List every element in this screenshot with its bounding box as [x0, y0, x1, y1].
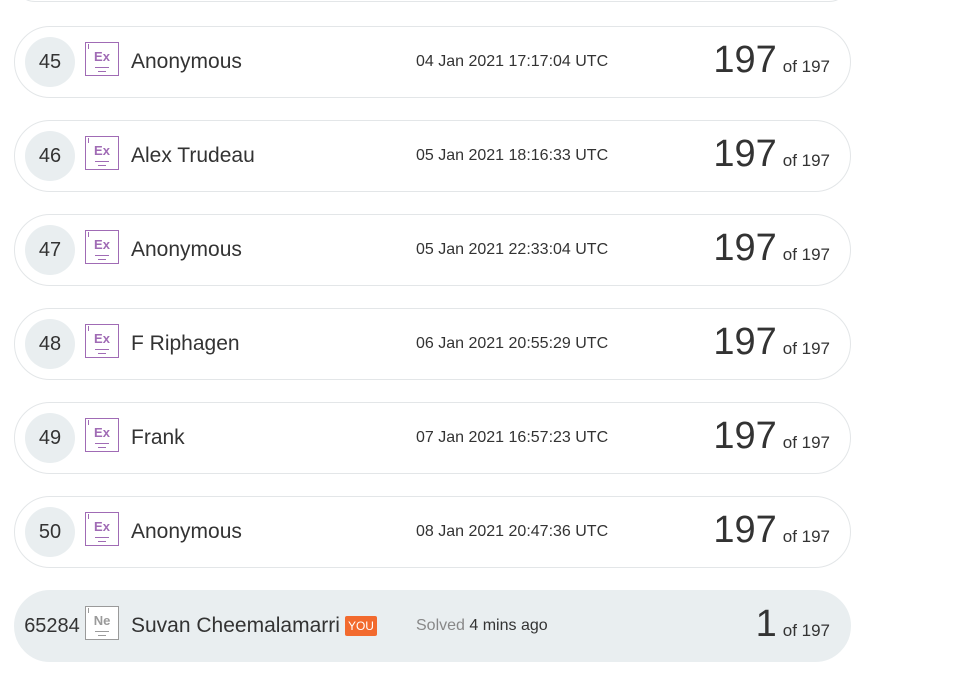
solve-time: 04 Jan 2021 17:17:04 UTC [416, 53, 609, 70]
score: 197 of 197 [713, 509, 830, 552]
score-value: 197 [713, 415, 777, 457]
rank-number: 47 [25, 225, 75, 275]
score: 1 of 197 [756, 603, 830, 646]
level-abbr: Ex [94, 237, 110, 252]
rank-number: 65284 [24, 614, 80, 637]
player-name-text: Frank [131, 426, 185, 449]
expert-level-icon: Ex [85, 136, 119, 170]
expert-level-icon: Ex [85, 42, 119, 76]
expert-level-icon: Ex [85, 324, 119, 358]
rank-number: 48 [25, 319, 75, 369]
solve-time: 08 Jan 2021 20:47:36 UTC [416, 523, 609, 540]
solved-ago: 4 mins ago [469, 617, 548, 634]
player-name[interactable]: Frank [131, 426, 185, 450]
player-name-text: Alex Trudeau [131, 144, 255, 167]
solve-time: 05 Jan 2021 18:16:33 UTC [416, 147, 609, 164]
player-name-text: Suvan Cheemalamarri [131, 614, 340, 637]
score-total: of 197 [782, 433, 830, 452]
rank-number: 49 [25, 413, 75, 463]
level-abbr: Ex [94, 49, 110, 64]
score-value: 197 [713, 227, 777, 269]
player-name[interactable]: F Riphagen [131, 332, 240, 356]
level-abbr: Ex [94, 519, 110, 534]
score: 197 of 197 [713, 415, 830, 458]
score: 197 of 197 [713, 321, 830, 364]
player-name[interactable]: Suvan Cheemalamarri YOU [131, 614, 377, 638]
score-value: 197 [713, 133, 777, 175]
solve-time: Solved 4 mins ago [416, 617, 548, 635]
leaderboard-row[interactable]: 47 Ex Anonymous 05 Jan 2021 22:33:04 UTC… [14, 214, 851, 286]
leaderboard-row[interactable]: 46 Ex Alex Trudeau 05 Jan 2021 18:16:33 … [14, 120, 851, 192]
score: 197 of 197 [713, 227, 830, 270]
player-name[interactable]: Alex Trudeau [131, 144, 255, 168]
player-name-text: Anonymous [131, 238, 242, 261]
expert-level-icon: Ex [85, 418, 119, 452]
newbie-level-icon: Ne [85, 606, 119, 640]
solved-label: Solved [416, 617, 465, 634]
player-name[interactable]: Anonymous [131, 520, 242, 544]
player-name[interactable]: Anonymous [131, 238, 242, 262]
expert-level-icon: Ex [85, 512, 119, 546]
score-value: 197 [713, 321, 777, 363]
rank-number: 46 [25, 131, 75, 181]
solve-time: 05 Jan 2021 22:33:04 UTC [416, 241, 609, 258]
score-value: 1 [755, 603, 777, 645]
current-user-row[interactable]: 65284 Ne Suvan Cheemalamarri YOU Solved … [14, 590, 851, 662]
player-name-text: F Riphagen [131, 332, 240, 355]
leaderboard-list: 45 Ex Anonymous 04 Jan 2021 17:17:04 UTC… [14, 26, 851, 684]
level-abbr: Ne [93, 613, 111, 628]
score-total: of 197 [782, 339, 830, 358]
solve-time: 07 Jan 2021 16:57:23 UTC [416, 429, 609, 446]
leaderboard-row[interactable]: 50 Ex Anonymous 08 Jan 2021 20:47:36 UTC… [14, 496, 851, 568]
score-total: of 197 [782, 151, 830, 170]
score-value: 197 [713, 509, 777, 551]
player-name-text: Anonymous [131, 520, 242, 543]
leaderboard-row[interactable]: 48 Ex F Riphagen 06 Jan 2021 20:55:29 UT… [14, 308, 851, 380]
score-total: of 197 [782, 245, 830, 264]
level-abbr: Ex [94, 143, 110, 158]
previous-row-edge [14, 0, 850, 2]
leaderboard-page: 45 Ex Anonymous 04 Jan 2021 17:17:04 UTC… [0, 0, 973, 691]
score: 197 of 197 [713, 39, 830, 82]
expert-level-icon: Ex [85, 230, 119, 264]
level-abbr: Ex [94, 425, 110, 440]
score-total: of 197 [782, 527, 830, 546]
level-abbr: Ex [94, 331, 110, 346]
rank-number: 50 [25, 507, 75, 557]
score-value: 197 [713, 39, 777, 81]
score-total: of 197 [782, 57, 830, 76]
rank-number: 45 [25, 37, 75, 87]
you-badge: YOU [344, 616, 377, 636]
player-name[interactable]: Anonymous [131, 50, 242, 74]
score: 197 of 197 [713, 133, 830, 176]
score-total: of 197 [782, 621, 830, 640]
leaderboard-row[interactable]: 49 Ex Frank 07 Jan 2021 16:57:23 UTC 197… [14, 402, 851, 474]
player-name-text: Anonymous [131, 50, 242, 73]
solve-time: 06 Jan 2021 20:55:29 UTC [416, 335, 609, 352]
leaderboard-row[interactable]: 45 Ex Anonymous 04 Jan 2021 17:17:04 UTC… [14, 26, 851, 98]
